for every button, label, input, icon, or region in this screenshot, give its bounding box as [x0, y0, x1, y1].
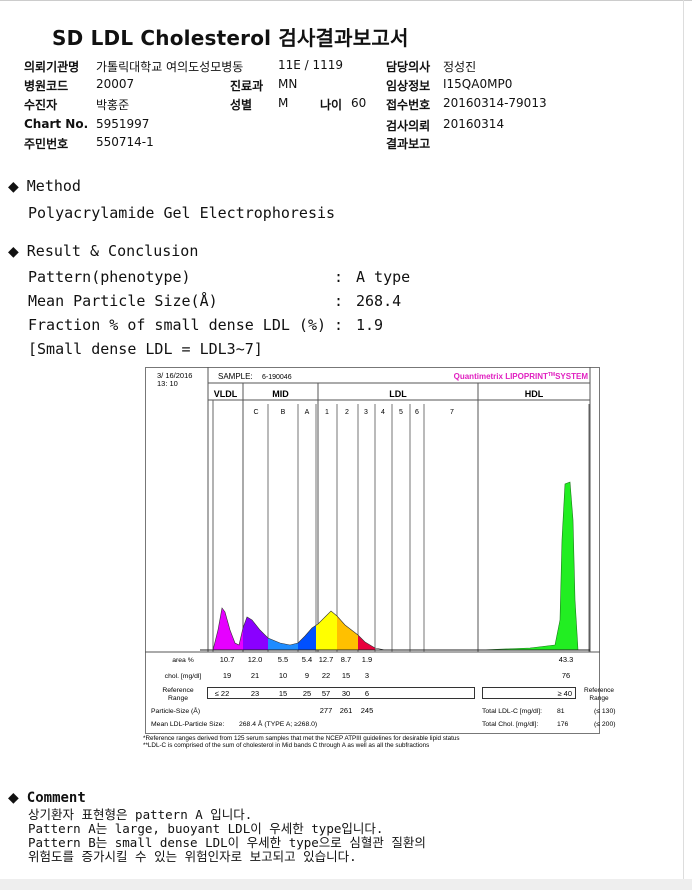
comment-line: 상기환자 표현형은 pattern A 입니다.	[28, 807, 253, 822]
lp-total-chol: 176	[557, 721, 569, 728]
lp-band-label: 1	[325, 409, 329, 416]
lp-brand: Quantimetrix LIPOPRINTTMSYSTEM	[454, 372, 589, 381]
comment-heading: ◆ Comment	[8, 790, 86, 806]
lp-band-label: 7	[450, 409, 454, 416]
lp-footnote-2: **LDL-C is comprised of the sum of chole…	[143, 742, 429, 749]
lp-mean-label: Mean LDL-Particle Size:	[151, 721, 224, 728]
lp-ref-label-right: Reference	[584, 687, 614, 694]
lp-brand-name: Quantimetrix LIPOPRINT	[454, 372, 548, 381]
comment-line: Pattern B는 small dense LDL이 우세한 type으로 심…	[28, 835, 426, 850]
bottom-bar	[0, 879, 692, 890]
lp-chol-value: 19	[223, 671, 231, 680]
lp-ref-label: Range	[168, 695, 188, 702]
lp-particle-value: 245	[361, 706, 374, 715]
lp-chol-value: 3	[365, 671, 369, 680]
lp-sample: 6-190046	[262, 374, 292, 381]
diamond-icon: ◆	[8, 790, 19, 806]
lp-group-label: LDL	[389, 389, 407, 399]
lp-total-ldl-ref: (≤ 130)	[594, 708, 616, 715]
lp-band-label: 6	[415, 409, 419, 416]
lp-group-label: VLDL	[214, 389, 238, 399]
lp-ref-label: Reference	[162, 687, 194, 694]
lp-ref-value: 6	[365, 689, 369, 698]
comment-line: Pattern A는 large, buoyant LDL이 우세한 type입…	[28, 821, 384, 836]
lp-band-label: B	[281, 409, 286, 416]
comment-heading-text: Comment	[26, 790, 86, 806]
lp-chol-value: 22	[322, 671, 330, 680]
lp-chol-value: 21	[251, 671, 259, 680]
lp-particle-label: Particle-Size (Å)	[151, 706, 200, 715]
lp-chol-hdl: 76	[562, 671, 570, 680]
lp-area-value: 10.7	[220, 655, 235, 664]
lp-sample-label: SAMPLE:	[218, 372, 253, 381]
lp-band-label: 4	[381, 409, 385, 416]
lp-area-value: 12.7	[319, 655, 334, 664]
lp-total-chol-label: Total Chol. [mg/dl]:	[482, 721, 538, 728]
lp-area-value: 1.9	[362, 655, 372, 664]
lp-time: 13: 10	[157, 379, 178, 388]
lp-band-label: 3	[364, 409, 368, 416]
lp-particle-value: 277	[320, 706, 333, 715]
lp-mean-value: 268.4 Å (TYPE A; ≥268.0)	[239, 719, 317, 728]
lp-ref-label-right: Range	[589, 695, 609, 702]
lp-ref-value: ≤ 22	[215, 689, 230, 698]
lp-area-value: 5.4	[302, 655, 312, 664]
lp-chol-value: 10	[279, 671, 287, 680]
lp-area-hdl: 43.3	[559, 655, 574, 664]
lp-footnote-1: *Reference ranges derived from 125 serum…	[143, 735, 460, 742]
lipoprint-report-image: 3/ 16/2016 13: 10 SAMPLE: 6-190046 Quant…	[143, 367, 616, 752]
lp-particle-value: 261	[340, 706, 353, 715]
comment-line: 위험도를 증가시킬 수 있는 위험인자로 보고되고 있습니다.	[28, 849, 357, 864]
lp-chol-label: chol. [mg/dl]	[165, 673, 202, 680]
lp-brand-tm: TM	[548, 372, 555, 378]
lp-group-label: HDL	[525, 389, 544, 399]
lp-area-label: area %	[172, 657, 194, 664]
lp-chol-value: 15	[342, 671, 350, 680]
lp-band-label: C	[253, 409, 258, 416]
lp-area-value: 5.5	[278, 655, 288, 664]
lp-total-chol-ref: (≤ 200)	[594, 721, 616, 728]
lp-total-ldl: 81	[557, 708, 565, 715]
lp-band-label: 5	[399, 409, 403, 416]
lp-chol-value: 9	[305, 671, 309, 680]
lp-band-label: 2	[345, 409, 349, 416]
lp-brand-suffix: SYSTEM	[555, 372, 588, 381]
lp-group-label: MID	[272, 389, 289, 399]
lp-ref-value: 57	[322, 689, 330, 698]
lp-total-ldl-label: Total LDL-C [mg/dl]:	[482, 708, 542, 715]
lp-band-label: A	[305, 409, 310, 416]
lp-ref-value: 25	[303, 689, 311, 698]
lp-ref-value: 30	[342, 689, 350, 698]
lp-ref-value: 23	[251, 689, 259, 698]
lp-area-value: 12.0	[248, 655, 263, 664]
lp-ref-value: 15	[279, 689, 287, 698]
lp-ref-hdl: ≥ 40	[557, 689, 572, 698]
lp-area-value: 8.7	[341, 655, 351, 664]
